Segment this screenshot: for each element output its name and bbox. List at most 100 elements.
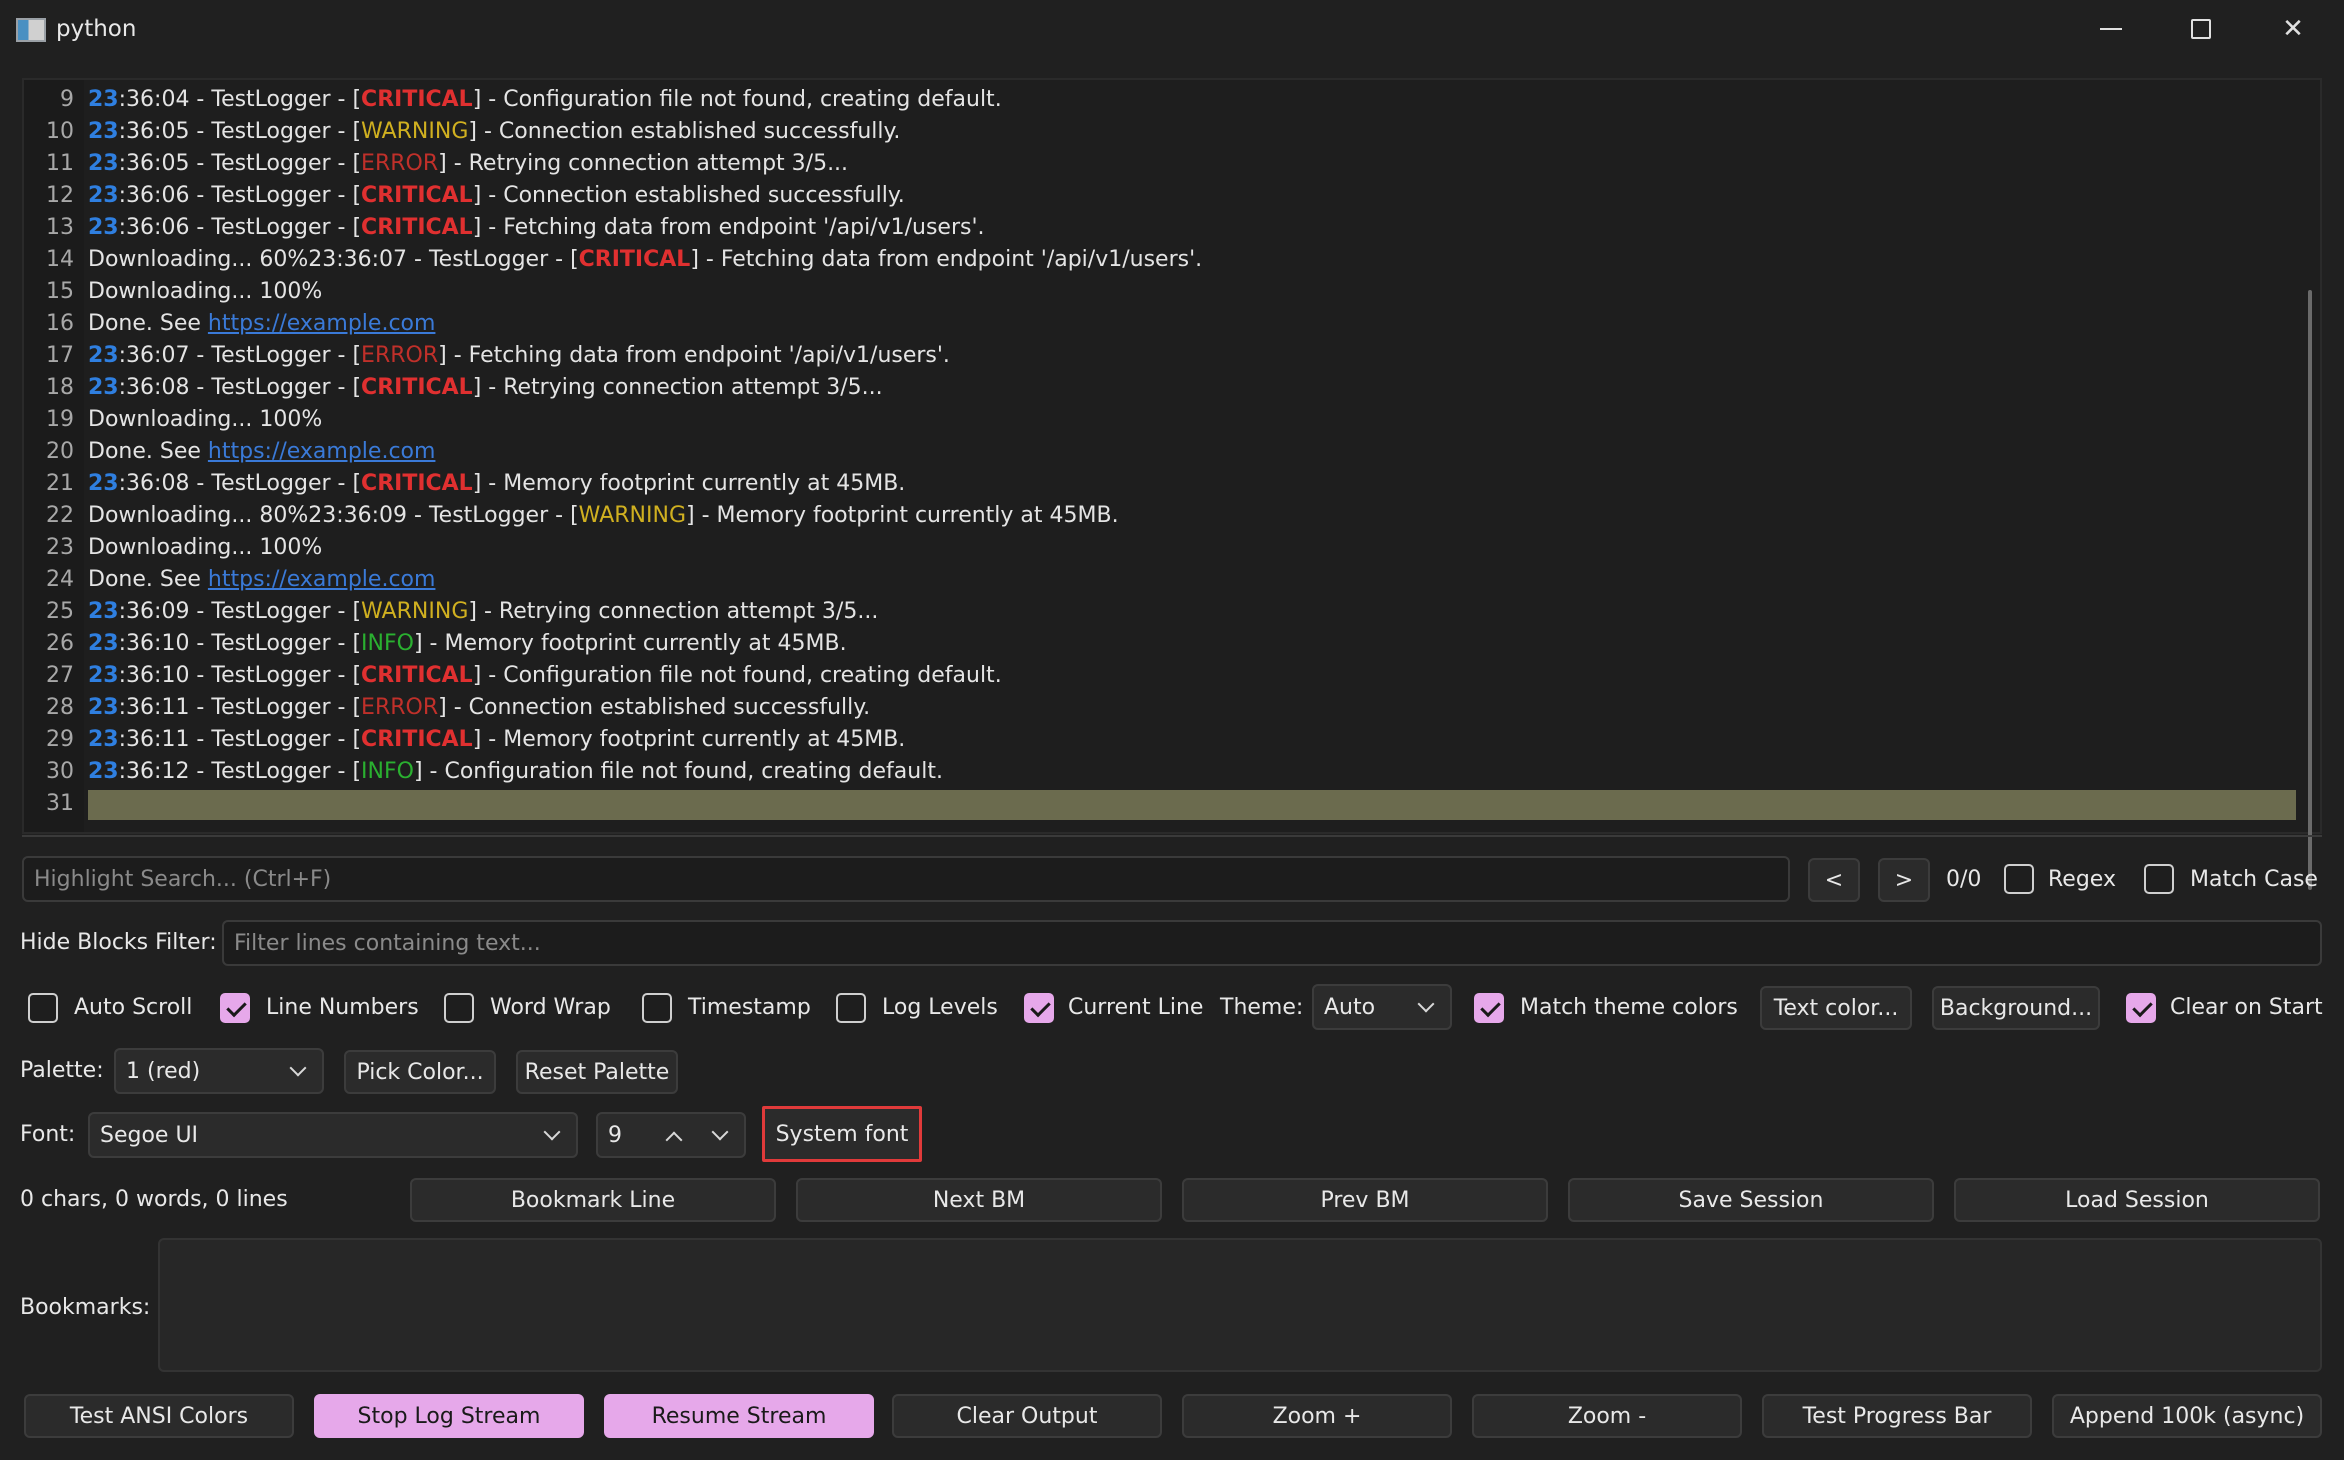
log-line: 24 Done. See https://example.com xyxy=(24,564,2296,596)
minimize-button[interactable] xyxy=(2066,0,2156,58)
log-text: ] - Memory footprint currently at 45MB. xyxy=(413,631,847,656)
theme-select[interactable]: Auto xyxy=(1312,984,1452,1030)
close-button[interactable]: ✕ xyxy=(2248,0,2338,58)
timestamp-checkbox[interactable] xyxy=(642,993,672,1023)
log-line-text: Done. See https://example.com xyxy=(88,564,435,596)
background-button[interactable]: Background... xyxy=(1932,986,2100,1030)
timestamp-hour: 23 xyxy=(88,119,119,144)
prev-bookmark-button[interactable]: Prev BM xyxy=(1182,1178,1548,1222)
test-progress-bar-button[interactable]: Test Progress Bar xyxy=(1762,1394,2032,1438)
minimize-icon xyxy=(2100,28,2122,30)
bookmarks-label: Bookmarks: xyxy=(20,1295,151,1320)
level-critical: CRITICAL xyxy=(361,663,473,688)
resume-stream-button[interactable]: Resume Stream xyxy=(604,1394,874,1438)
log-text: :36:09 - TestLogger - [ xyxy=(118,599,362,624)
chevron-down-icon xyxy=(289,1059,307,1077)
timestamp-hour: 23 xyxy=(88,375,119,400)
save-session-button[interactable]: Save Session xyxy=(1568,1178,1934,1222)
log-text: :36:07 - TestLogger - [ xyxy=(118,343,362,368)
search-match-count: 0/0 xyxy=(1946,867,1982,892)
regex-label: Regex xyxy=(2048,867,2116,892)
maximize-button[interactable] xyxy=(2156,0,2246,58)
highlight-search-input[interactable]: Highlight Search... (Ctrl+F) xyxy=(22,856,1790,902)
timestamp-hour: 23 xyxy=(88,663,119,688)
auto-scroll-label: Auto Scroll xyxy=(74,995,193,1020)
log-text: ] - Fetching data from endpoint '/api/v1… xyxy=(472,215,985,240)
log-text: ] - Configuration file not found, creati… xyxy=(472,87,1002,112)
log-line: 11 23:36:05 - TestLogger - [ERROR] - Retr… xyxy=(24,148,2296,180)
search-next-button[interactable]: > xyxy=(1878,858,1930,902)
app-icon xyxy=(16,18,46,42)
log-text: ] - Connection established successfully. xyxy=(472,183,905,208)
log-line-text: Downloading... 100% xyxy=(88,404,322,436)
log-line: 26 23:36:10 - TestLogger - [INFO] - Memor… xyxy=(24,628,2296,660)
log-line: 14 Downloading... 60%23:36:07 - TestLogge… xyxy=(24,244,2296,276)
log-line-text: 23:36:05 - TestLogger - [ERROR] - Retryi… xyxy=(88,148,848,180)
horizontal-scrollbar[interactable] xyxy=(22,835,2322,837)
line-number: 15 xyxy=(46,279,74,304)
chevron-down-icon[interactable] xyxy=(711,1123,729,1141)
log-levels-checkbox[interactable] xyxy=(836,993,866,1023)
log-text: :36:10 - TestLogger - [ xyxy=(118,663,362,688)
auto-scroll-checkbox[interactable] xyxy=(28,993,58,1023)
line-numbers-checkbox[interactable] xyxy=(220,993,250,1023)
log-text: ] - Retrying connection attempt 3/5... xyxy=(472,375,883,400)
log-link[interactable]: https://example.com xyxy=(208,567,436,592)
timestamp-hour: 23 xyxy=(88,183,119,208)
line-number: 11 xyxy=(46,151,74,176)
match-case-checkbox[interactable] xyxy=(2144,864,2174,894)
log-text: Downloading... 100% xyxy=(88,535,323,560)
log-link[interactable]: https://example.com xyxy=(208,311,436,336)
system-font-button[interactable]: System font xyxy=(762,1106,922,1162)
font-family-select[interactable]: Segoe UI xyxy=(88,1112,578,1158)
log-link[interactable]: https://example.com xyxy=(208,439,436,464)
pick-color-button[interactable]: Pick Color... xyxy=(344,1050,496,1094)
bookmarks-list[interactable] xyxy=(158,1238,2322,1372)
log-text: ] - Retrying connection attempt 3/5... xyxy=(468,599,879,624)
append-100k-button[interactable]: Append 100k (async) xyxy=(2052,1394,2322,1438)
bookmark-line-button[interactable]: Bookmark Line xyxy=(410,1178,776,1222)
timestamp-hour: 23 xyxy=(88,471,119,496)
reset-palette-button[interactable]: Reset Palette xyxy=(516,1050,678,1094)
stop-log-stream-button[interactable]: Stop Log Stream xyxy=(314,1394,584,1438)
font-size-spinbox[interactable]: 9 xyxy=(596,1112,746,1158)
log-text: :36:11 - TestLogger - [ xyxy=(118,727,362,752)
level-error: ERROR xyxy=(361,695,439,720)
level-warning: WARNING xyxy=(578,503,686,528)
log-line: 10 23:36:05 - TestLogger - [WARNING] - Co… xyxy=(24,116,2296,148)
load-session-button[interactable]: Load Session xyxy=(1954,1178,2320,1222)
zoom-out-button[interactable]: Zoom - xyxy=(1472,1394,1742,1438)
text-color-button[interactable]: Text color... xyxy=(1760,986,1912,1030)
clear-output-button[interactable]: Clear Output xyxy=(892,1394,1162,1438)
font-size-value: 9 xyxy=(608,1122,622,1148)
line-number: 21 xyxy=(46,471,74,496)
log-text: :36:04 - TestLogger - [ xyxy=(118,87,362,112)
palette-select[interactable]: 1 (red) xyxy=(114,1048,324,1094)
current-line-checkbox[interactable] xyxy=(1024,993,1054,1023)
level-critical: CRITICAL xyxy=(361,183,473,208)
timestamp-label: Timestamp xyxy=(688,995,811,1020)
hide-blocks-filter-input[interactable]: Filter lines containing text... xyxy=(222,920,2322,966)
search-prev-button[interactable]: < xyxy=(1808,858,1860,902)
next-bookmark-button[interactable]: Next BM xyxy=(796,1178,1162,1222)
regex-checkbox[interactable] xyxy=(2004,864,2034,894)
match-theme-colors-checkbox[interactable] xyxy=(1474,993,1504,1023)
level-critical: CRITICAL xyxy=(361,471,473,496)
log-line: 12 23:36:06 - TestLogger - [CRITICAL] - C… xyxy=(24,180,2296,212)
match-theme-colors-label: Match theme colors xyxy=(1520,995,1738,1020)
clear-on-start-checkbox[interactable] xyxy=(2126,993,2156,1023)
log-output[interactable]: 9 23:36:04 - TestLogger - [CRITICAL] - Co… xyxy=(22,78,2322,890)
chevron-up-icon[interactable] xyxy=(665,1131,683,1149)
log-line: 29 23:36:11 - TestLogger - [CRITICAL] - M… xyxy=(24,724,2296,756)
timestamp-hour: 23 xyxy=(88,695,119,720)
log-line-text: Downloading... 100% xyxy=(88,276,322,308)
test-ansi-colors-button[interactable]: Test ANSI Colors xyxy=(24,1394,294,1438)
line-number: 17 xyxy=(46,343,74,368)
title-bar: python ✕ xyxy=(0,0,2344,60)
word-wrap-checkbox[interactable] xyxy=(444,993,474,1023)
zoom-in-button[interactable]: Zoom + xyxy=(1182,1394,1452,1438)
log-text: Downloading... 60%23:36:07 - TestLogger … xyxy=(88,247,579,272)
timestamp-hour: 23 xyxy=(88,631,119,656)
log-line-text: 23:36:08 - TestLogger - [CRITICAL] - Ret… xyxy=(88,372,883,404)
vertical-scrollbar[interactable] xyxy=(2308,290,2312,890)
